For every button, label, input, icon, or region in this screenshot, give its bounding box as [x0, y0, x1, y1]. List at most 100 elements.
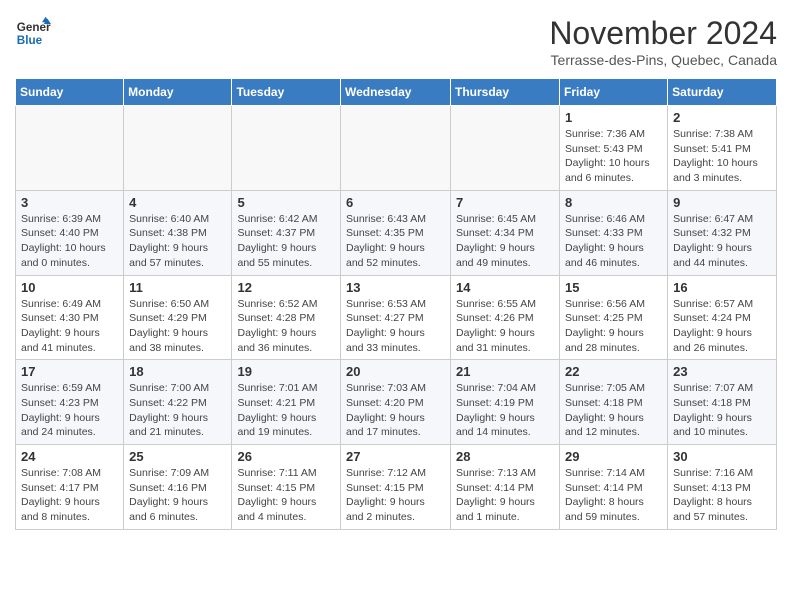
calendar-day-cell: 23 Sunrise: 7:07 AM Sunset: 4:18 PM Dayli…: [668, 360, 777, 445]
calendar-week-row: 10Sunrise: 6:49 AM Sunset: 4:30 PM Dayli…: [16, 275, 777, 360]
calendar-day-cell: [232, 106, 341, 191]
calendar-day-cell: 29Sunrise: 7:14 AM Sunset: 4:14 PM Dayli…: [560, 445, 668, 530]
day-number: 15: [565, 280, 662, 295]
day-number: 24: [21, 449, 118, 464]
day-number: 6: [346, 195, 445, 210]
weekday-header-cell: Friday: [560, 79, 668, 106]
day-number: 7: [456, 195, 554, 210]
day-info: Sunrise: 7:04 AM Sunset: 4:19 PM Dayligh…: [456, 381, 554, 440]
month-title: November 2024: [549, 15, 777, 52]
calendar-day-cell: 14Sunrise: 6:55 AM Sunset: 4:26 PM Dayli…: [451, 275, 560, 360]
calendar-day-cell: 30Sunrise: 7:16 AM Sunset: 4:13 PM Dayli…: [668, 445, 777, 530]
day-info: Sunrise: 7:16 AM Sunset: 4:13 PM Dayligh…: [673, 466, 771, 525]
calendar-week-row: 1 Sunrise: 7:36 AM Sunset: 5:43 PM Daylig…: [16, 106, 777, 191]
day-number: 19: [237, 364, 335, 379]
calendar-day-cell: 22 Sunrise: 7:05 AM Sunset: 4:18 PM Dayli…: [560, 360, 668, 445]
calendar-day-cell: [16, 106, 124, 191]
day-info: Sunrise: 6:49 AM Sunset: 4:30 PM Dayligh…: [21, 297, 118, 356]
day-info: Sunrise: 6:59 AM Sunset: 4:23 PM Dayligh…: [21, 381, 118, 440]
day-info: Sunrise: 7:12 AM Sunset: 4:15 PM Dayligh…: [346, 466, 445, 525]
calendar-day-cell: 20Sunrise: 7:03 AM Sunset: 4:20 PM Dayli…: [341, 360, 451, 445]
weekday-header-cell: Wednesday: [341, 79, 451, 106]
calendar-day-cell: 3Sunrise: 6:39 AM Sunset: 4:40 PM Daylig…: [16, 190, 124, 275]
calendar-day-cell: 6 Sunrise: 6:43 AM Sunset: 4:35 PM Daylig…: [341, 190, 451, 275]
calendar-day-cell: 7 Sunrise: 6:45 AM Sunset: 4:34 PM Daylig…: [451, 190, 560, 275]
calendar-day-cell: 21 Sunrise: 7:04 AM Sunset: 4:19 PM Dayli…: [451, 360, 560, 445]
calendar-week-row: 3Sunrise: 6:39 AM Sunset: 4:40 PM Daylig…: [16, 190, 777, 275]
calendar-day-cell: 12Sunrise: 6:52 AM Sunset: 4:28 PM Dayli…: [232, 275, 341, 360]
day-number: 17: [21, 364, 118, 379]
calendar-day-cell: 8Sunrise: 6:46 AM Sunset: 4:33 PM Daylig…: [560, 190, 668, 275]
calendar-day-cell: 4 Sunrise: 6:40 AM Sunset: 4:38 PM Daylig…: [124, 190, 232, 275]
calendar-day-cell: 11Sunrise: 6:50 AM Sunset: 4:29 PM Dayli…: [124, 275, 232, 360]
calendar-day-cell: 26 Sunrise: 7:11 AM Sunset: 4:15 PM Dayli…: [232, 445, 341, 530]
calendar-day-cell: 19Sunrise: 7:01 AM Sunset: 4:21 PM Dayli…: [232, 360, 341, 445]
calendar-day-cell: 17 Sunrise: 6:59 AM Sunset: 4:23 PM Dayli…: [16, 360, 124, 445]
day-info: Sunrise: 6:57 AM Sunset: 4:24 PM Dayligh…: [673, 297, 771, 356]
calendar-day-cell: 28 Sunrise: 7:13 AM Sunset: 4:14 PM Dayli…: [451, 445, 560, 530]
day-info: Sunrise: 7:00 AM Sunset: 4:22 PM Dayligh…: [129, 381, 226, 440]
day-number: 13: [346, 280, 445, 295]
calendar-day-cell: 16 Sunrise: 6:57 AM Sunset: 4:24 PM Dayli…: [668, 275, 777, 360]
day-info: Sunrise: 6:40 AM Sunset: 4:38 PM Dayligh…: [129, 212, 226, 271]
day-info: Sunrise: 7:08 AM Sunset: 4:17 PM Dayligh…: [21, 466, 118, 525]
calendar-week-row: 17 Sunrise: 6:59 AM Sunset: 4:23 PM Dayli…: [16, 360, 777, 445]
day-number: 1: [565, 110, 662, 125]
day-number: 28: [456, 449, 554, 464]
day-info: Sunrise: 7:03 AM Sunset: 4:20 PM Dayligh…: [346, 381, 445, 440]
day-number: 22: [565, 364, 662, 379]
calendar-day-cell: 18 Sunrise: 7:00 AM Sunset: 4:22 PM Dayli…: [124, 360, 232, 445]
calendar-table: SundayMondayTuesdayWednesdayThursdayFrid…: [15, 78, 777, 530]
day-number: 23: [673, 364, 771, 379]
day-number: 11: [129, 280, 226, 295]
day-number: 26: [237, 449, 335, 464]
day-info: Sunrise: 7:38 AM Sunset: 5:41 PM Dayligh…: [673, 127, 771, 186]
day-info: Sunrise: 7:13 AM Sunset: 4:14 PM Dayligh…: [456, 466, 554, 525]
calendar-day-cell: 13 Sunrise: 6:53 AM Sunset: 4:27 PM Dayli…: [341, 275, 451, 360]
day-info: Sunrise: 6:52 AM Sunset: 4:28 PM Dayligh…: [237, 297, 335, 356]
day-number: 18: [129, 364, 226, 379]
day-info: Sunrise: 7:05 AM Sunset: 4:18 PM Dayligh…: [565, 381, 662, 440]
calendar-day-cell: 24 Sunrise: 7:08 AM Sunset: 4:17 PM Dayli…: [16, 445, 124, 530]
day-number: 14: [456, 280, 554, 295]
title-block: November 2024 Terrasse-des-Pins, Quebec,…: [549, 15, 777, 68]
calendar-day-cell: 9 Sunrise: 6:47 AM Sunset: 4:32 PM Daylig…: [668, 190, 777, 275]
logo: General Blue: [15, 15, 51, 51]
location-subtitle: Terrasse-des-Pins, Quebec, Canada: [549, 52, 777, 68]
calendar-day-cell: 10Sunrise: 6:49 AM Sunset: 4:30 PM Dayli…: [16, 275, 124, 360]
calendar-day-cell: 15Sunrise: 6:56 AM Sunset: 4:25 PM Dayli…: [560, 275, 668, 360]
day-info: Sunrise: 6:47 AM Sunset: 4:32 PM Dayligh…: [673, 212, 771, 271]
day-info: Sunrise: 7:09 AM Sunset: 4:16 PM Dayligh…: [129, 466, 226, 525]
calendar-day-cell: 25 Sunrise: 7:09 AM Sunset: 4:16 PM Dayli…: [124, 445, 232, 530]
day-info: Sunrise: 7:07 AM Sunset: 4:18 PM Dayligh…: [673, 381, 771, 440]
calendar-day-cell: [341, 106, 451, 191]
day-info: Sunrise: 6:46 AM Sunset: 4:33 PM Dayligh…: [565, 212, 662, 271]
weekday-header-cell: Thursday: [451, 79, 560, 106]
day-info: Sunrise: 6:45 AM Sunset: 4:34 PM Dayligh…: [456, 212, 554, 271]
day-number: 9: [673, 195, 771, 210]
day-info: Sunrise: 6:53 AM Sunset: 4:27 PM Dayligh…: [346, 297, 445, 356]
weekday-header-cell: Tuesday: [232, 79, 341, 106]
svg-text:Blue: Blue: [17, 34, 43, 47]
day-number: 21: [456, 364, 554, 379]
page-header: General Blue November 2024 Terrasse-des-…: [15, 15, 777, 68]
day-number: 25: [129, 449, 226, 464]
day-info: Sunrise: 7:36 AM Sunset: 5:43 PM Dayligh…: [565, 127, 662, 186]
calendar-week-row: 24 Sunrise: 7:08 AM Sunset: 4:17 PM Dayli…: [16, 445, 777, 530]
day-info: Sunrise: 6:42 AM Sunset: 4:37 PM Dayligh…: [237, 212, 335, 271]
weekday-header-row: SundayMondayTuesdayWednesdayThursdayFrid…: [16, 79, 777, 106]
weekday-header-cell: Sunday: [16, 79, 124, 106]
calendar-body: 1 Sunrise: 7:36 AM Sunset: 5:43 PM Daylig…: [16, 106, 777, 530]
day-number: 2: [673, 110, 771, 125]
day-info: Sunrise: 6:43 AM Sunset: 4:35 PM Dayligh…: [346, 212, 445, 271]
day-number: 29: [565, 449, 662, 464]
calendar-day-cell: 27 Sunrise: 7:12 AM Sunset: 4:15 PM Dayli…: [341, 445, 451, 530]
calendar-day-cell: [124, 106, 232, 191]
day-number: 16: [673, 280, 771, 295]
day-number: 27: [346, 449, 445, 464]
calendar-day-cell: 1 Sunrise: 7:36 AM Sunset: 5:43 PM Daylig…: [560, 106, 668, 191]
day-info: Sunrise: 7:11 AM Sunset: 4:15 PM Dayligh…: [237, 466, 335, 525]
day-number: 4: [129, 195, 226, 210]
day-number: 3: [21, 195, 118, 210]
calendar-day-cell: 5Sunrise: 6:42 AM Sunset: 4:37 PM Daylig…: [232, 190, 341, 275]
